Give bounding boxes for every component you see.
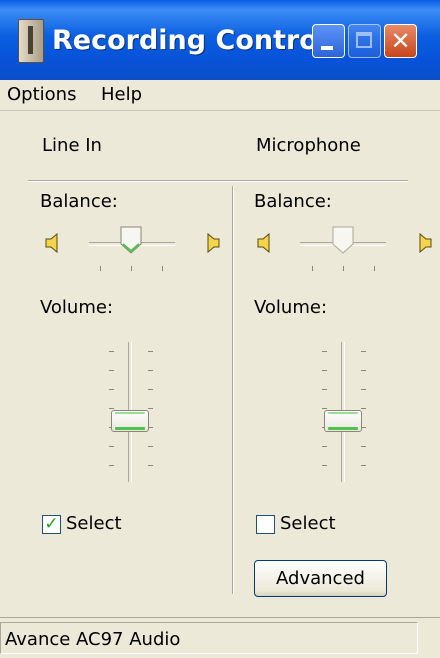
device-name: Avance AC97 Audio xyxy=(5,629,181,650)
volume-tick xyxy=(148,408,153,409)
volume-slider-line-in[interactable] xyxy=(111,410,149,432)
window-title: Recording Control xyxy=(52,25,328,56)
volume-tick xyxy=(361,389,366,390)
balance-tick xyxy=(131,266,132,271)
close-button[interactable]: ✕ xyxy=(384,24,417,58)
balance-tick xyxy=(162,266,163,271)
volume-tick xyxy=(322,465,327,466)
balance-tick xyxy=(374,266,375,271)
volume-tick xyxy=(322,389,327,390)
select-label-line-in[interactable]: Select xyxy=(66,513,122,534)
recording-control-window: Recording Control ✕ Options Help Line In… xyxy=(0,0,440,658)
volume-tick xyxy=(322,408,327,409)
volume-tick xyxy=(109,389,114,390)
mixer-icon[interactable] xyxy=(18,19,44,63)
channel-name-line-in: Line In xyxy=(42,135,102,156)
maximize-button[interactable] xyxy=(348,24,381,58)
menu-options[interactable]: Options xyxy=(7,83,76,107)
volume-tick xyxy=(109,465,114,466)
minimize-button[interactable] xyxy=(312,24,345,58)
speaker-right-icon xyxy=(419,232,432,254)
select-checkbox-microphone[interactable] xyxy=(256,515,275,534)
volume-tick xyxy=(109,446,114,447)
volume-tick xyxy=(109,370,114,371)
speaker-right-icon xyxy=(207,232,220,254)
minimize-icon xyxy=(321,46,333,50)
volume-tick xyxy=(148,389,153,390)
check-mark-icon: ✓ xyxy=(44,514,59,534)
volume-tick xyxy=(361,351,366,352)
volume-tick xyxy=(322,370,327,371)
volume-tick xyxy=(361,408,366,409)
balance-slider-microphone[interactable] xyxy=(332,226,354,254)
balance-label: Balance: xyxy=(254,191,332,212)
volume-tick xyxy=(148,446,153,447)
mixer-panel: Line In Microphone Balance: Volume: ✓ Se… xyxy=(0,111,440,600)
volume-tick xyxy=(322,351,327,352)
speaker-left-icon xyxy=(257,232,270,254)
balance-tick xyxy=(312,266,313,271)
volume-label: Volume: xyxy=(40,297,114,318)
title-bar[interactable]: Recording Control ✕ xyxy=(0,0,440,81)
select-label-microphone[interactable]: Select xyxy=(280,513,336,534)
status-pane: Avance AC97 Audio xyxy=(0,622,418,654)
header-separator xyxy=(28,180,408,182)
select-checkbox-line-in[interactable]: ✓ xyxy=(42,514,61,534)
balance-label: Balance: xyxy=(40,191,118,212)
volume-tick xyxy=(361,370,366,371)
balance-slider-line-in[interactable] xyxy=(120,226,142,254)
close-icon: ✕ xyxy=(390,27,411,55)
volume-slider-microphone[interactable] xyxy=(324,410,362,432)
volume-tick xyxy=(109,408,114,409)
advanced-button[interactable]: Advanced xyxy=(254,560,387,597)
status-bar: Avance AC97 Audio xyxy=(0,617,440,658)
volume-tick xyxy=(148,370,153,371)
balance-tick xyxy=(343,266,344,271)
maximize-icon xyxy=(356,32,372,48)
volume-tick xyxy=(361,465,366,466)
balance-tick xyxy=(100,266,101,271)
volume-tick xyxy=(322,446,327,447)
speaker-left-icon xyxy=(45,232,58,254)
volume-tick xyxy=(148,351,153,352)
volume-label: Volume: xyxy=(254,297,328,318)
menu-help[interactable]: Help xyxy=(101,83,142,107)
column-separator xyxy=(232,186,234,594)
volume-tick xyxy=(109,351,114,352)
volume-tick xyxy=(361,446,366,447)
channel-name-microphone: Microphone xyxy=(256,135,361,156)
menu-bar: Options Help xyxy=(0,80,440,111)
volume-tick xyxy=(148,465,153,466)
